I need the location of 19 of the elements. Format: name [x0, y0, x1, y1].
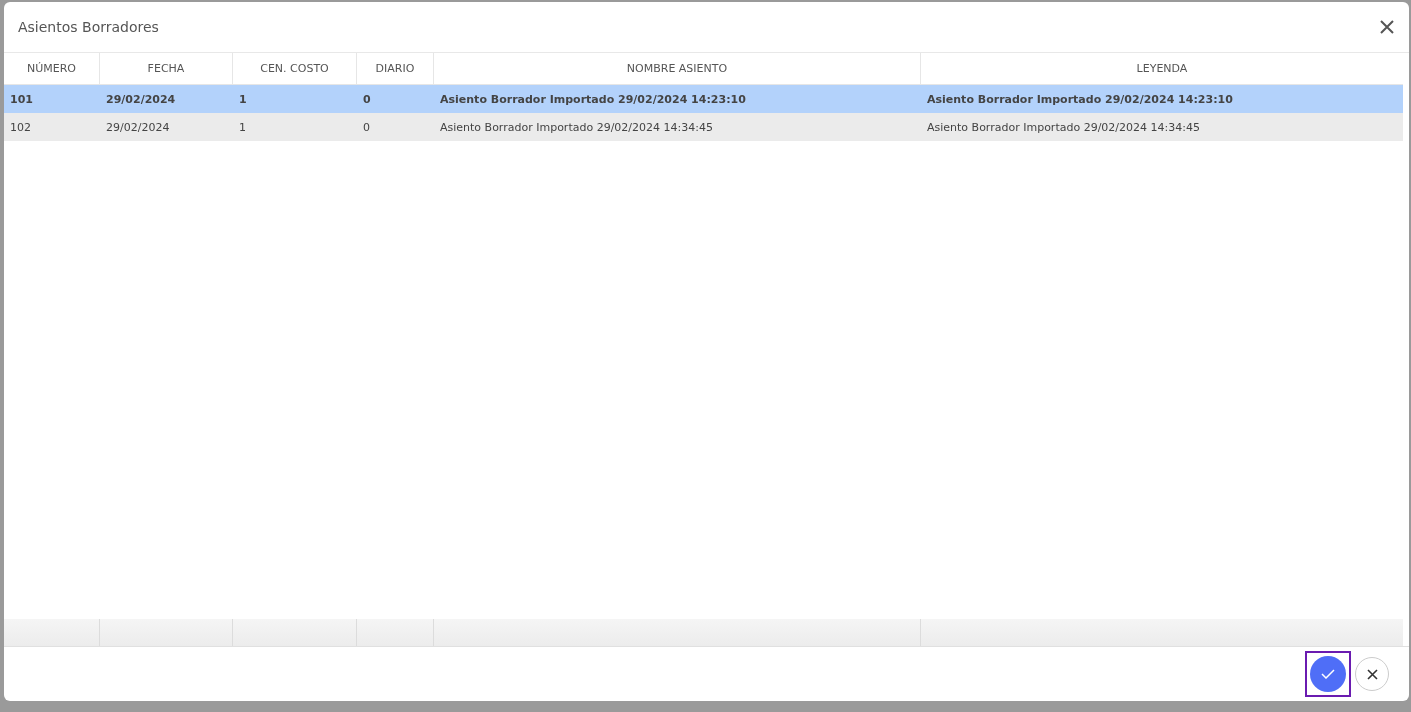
close-icon [1379, 19, 1395, 35]
table-cell-text: 0 [362, 119, 371, 136]
close-icon [1366, 668, 1378, 680]
table-cell-text: Asiento Borrador Importado 29/02/2024 14:23:10 [926, 91, 1234, 108]
table-cell-text: 0 [362, 91, 372, 108]
table-cell-text: 1 [238, 91, 248, 108]
table-row[interactable]: 101 29/02/2024 1 0 Asiento Borrador Importado 29/02/2024 14:23:10 Asiento Borrador Importado 29/02/2024 14:23:10 [4, 85, 1403, 113]
cancel-button[interactable] [1355, 657, 1389, 691]
table-cell-text: 1 [238, 119, 247, 136]
table-cell-text: Asiento Borrador Importado 29/02/2024 14:23:10 [439, 91, 747, 108]
table-cell-text: 29/02/2024 [105, 119, 171, 136]
table-row[interactable]: 102 29/02/2024 1 0 Asiento Borrador Importado 29/02/2024 14:34:45 Asiento Borrador Importado 29/02/2024 14:34:45 [4, 113, 1403, 141]
table-cell-text: 29/02/2024 [105, 91, 177, 108]
table-cell-text: 101 [9, 91, 34, 108]
dialog-title: Asientos Borradores [18, 19, 159, 35]
table-cell-text: Asiento Borrador Importado 29/02/2024 14:34:45 [926, 119, 1201, 136]
check-icon [1321, 669, 1335, 679]
table-cell-text: Asiento Borrador Importado 29/02/2024 14:34:45 [439, 119, 714, 136]
table-cell-text: 102 [9, 119, 32, 136]
